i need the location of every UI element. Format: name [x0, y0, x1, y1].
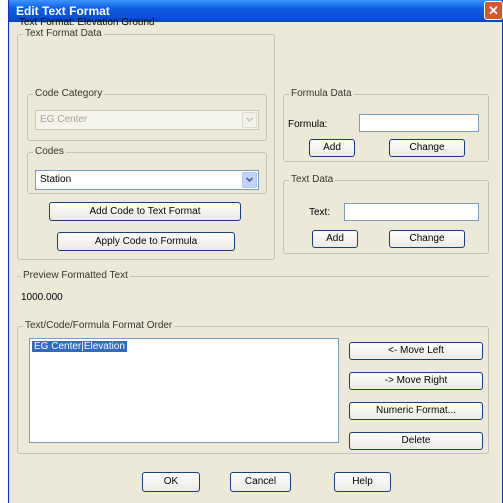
formula-add-button[interactable]: Add [309, 139, 355, 157]
codes-dropdown-button[interactable] [242, 172, 257, 188]
preview-legend: Preview Formatted Text [21, 270, 130, 281]
code-category-value: EG Center [40, 114, 88, 125]
formula-input[interactable] [359, 114, 479, 132]
code-category-select: EG Center [35, 110, 259, 130]
codes-value: Station [40, 174, 72, 185]
ok-button[interactable]: OK [142, 472, 200, 492]
text-input[interactable] [344, 203, 479, 221]
move-right-button[interactable]: -> Move Right [349, 372, 483, 390]
chevron-down-icon [246, 117, 253, 123]
codes-legend: Codes [33, 146, 66, 157]
formula-data-legend: Formula Data [289, 88, 354, 99]
delete-button[interactable]: Delete [349, 432, 483, 450]
text-data-legend: Text Data [289, 174, 336, 185]
move-left-button[interactable]: <- Move Left [349, 342, 483, 360]
formula-label: Formula: [288, 119, 328, 130]
apply-code-to-formula-button[interactable]: Apply Code to Formula [57, 232, 235, 251]
formula-change-button[interactable]: Change [389, 139, 465, 157]
close-icon: ✕ [488, 3, 499, 18]
code-category-legend: Code Category [33, 88, 105, 99]
codes-select[interactable]: Station [35, 170, 259, 190]
format-order-legend: Text/Code/Formula Format Order [23, 320, 175, 331]
preview-value: 1000.000 [21, 292, 63, 303]
numeric-format-button[interactable]: Numeric Format... [349, 402, 483, 420]
cancel-button[interactable]: Cancel [230, 472, 291, 492]
text-change-button[interactable]: Change [389, 230, 465, 248]
code-category-dropdown-button [242, 112, 257, 128]
text-format-name: Text Format: Elevation Ground [19, 17, 155, 28]
help-button[interactable]: Help [334, 472, 391, 492]
text-label: Text: [309, 207, 331, 218]
add-code-to-text-format-button[interactable]: Add Code to Text Format [49, 202, 241, 221]
list-item[interactable]: EG Center|Elevation [32, 341, 127, 352]
text-add-button[interactable]: Add [312, 230, 358, 248]
text-format-data-legend: Text Format Data [23, 28, 104, 39]
chevron-down-icon [246, 177, 253, 183]
close-button[interactable]: ✕ [484, 1, 503, 20]
format-order-list[interactable]: EG Center|Elevation [29, 338, 339, 443]
window-title: Edit Text Format [16, 4, 110, 18]
edit-text-format-dialog: Edit Text Format ✕ Text Format: Elevatio… [8, 0, 503, 503]
